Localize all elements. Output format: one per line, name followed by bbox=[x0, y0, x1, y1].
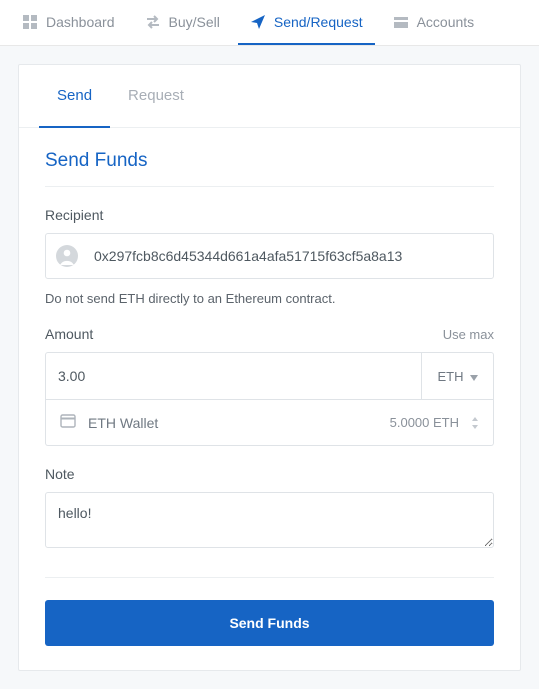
amount-input[interactable] bbox=[46, 354, 421, 398]
exchange-icon bbox=[145, 14, 161, 30]
divider bbox=[45, 577, 494, 578]
currency-code: ETH bbox=[438, 369, 464, 384]
amount-input-wrap: ETH bbox=[45, 352, 494, 400]
accounts-icon bbox=[393, 14, 409, 30]
nav-accounts[interactable]: Accounts bbox=[381, 0, 487, 45]
currency-selector[interactable]: ETH bbox=[421, 353, 493, 399]
tab-send[interactable]: Send bbox=[39, 65, 110, 128]
amount-label: Amount bbox=[45, 326, 93, 342]
nav-label: Buy/Sell bbox=[169, 14, 220, 30]
recipient-field: Recipient Do not send ETH directly to an… bbox=[45, 207, 494, 306]
nav-label: Send/Request bbox=[274, 14, 363, 30]
send-card: Send Request Send Funds Recipient Do not… bbox=[18, 64, 521, 671]
note-label: Note bbox=[45, 466, 75, 482]
send-funds-button[interactable]: Send Funds bbox=[45, 600, 494, 646]
wallet-icon bbox=[60, 414, 76, 431]
note-field: Note bbox=[45, 466, 494, 553]
wallet-balance: 5.0000 ETH bbox=[390, 415, 459, 430]
caret-down-icon bbox=[470, 369, 478, 384]
recipient-label: Recipient bbox=[45, 207, 103, 223]
nav-dashboard[interactable]: Dashboard bbox=[10, 0, 127, 45]
page-body: Send Request Send Funds Recipient Do not… bbox=[0, 46, 539, 689]
tab-request[interactable]: Request bbox=[110, 65, 202, 128]
dashboard-icon bbox=[22, 14, 38, 30]
avatar-icon bbox=[56, 245, 78, 267]
amount-field: Amount Use max ETH ETH bbox=[45, 326, 494, 446]
card-tabs: Send Request bbox=[19, 65, 520, 128]
wallet-name: ETH Wallet bbox=[88, 415, 378, 431]
recipient-input[interactable] bbox=[82, 234, 493, 278]
nav-buysell[interactable]: Buy/Sell bbox=[133, 0, 232, 45]
send-icon bbox=[250, 14, 266, 30]
nav-label: Dashboard bbox=[46, 14, 115, 30]
wallet-selector[interactable]: ETH Wallet 5.0000 ETH bbox=[45, 400, 494, 446]
recipient-input-wrap[interactable] bbox=[45, 233, 494, 279]
use-max-link[interactable]: Use max bbox=[443, 327, 494, 342]
recipient-warning: Do not send ETH directly to an Ethereum … bbox=[45, 291, 494, 306]
sort-icon bbox=[471, 417, 479, 429]
nav-label: Accounts bbox=[417, 14, 475, 30]
top-nav: Dashboard Buy/Sell Send/Request Accounts bbox=[0, 0, 539, 46]
nav-sendrequest[interactable]: Send/Request bbox=[238, 0, 375, 45]
note-input[interactable] bbox=[45, 492, 494, 548]
section-title: Send Funds bbox=[45, 150, 494, 187]
